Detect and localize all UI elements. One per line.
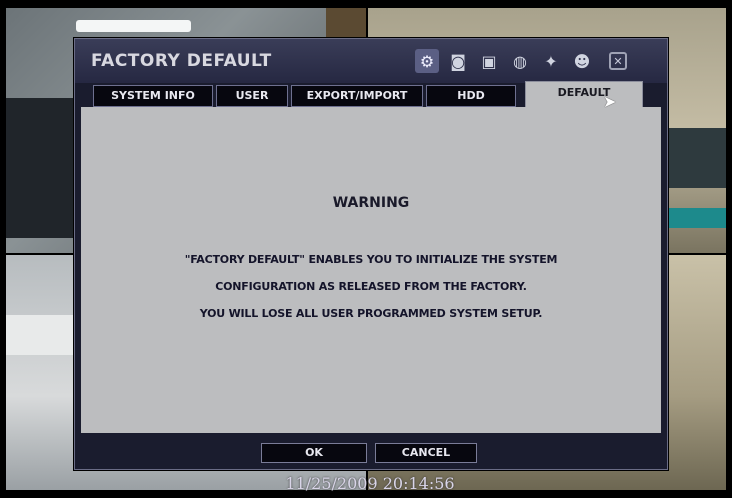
shelf-shape [668,128,726,188]
mouse-cursor-icon: ➤ [603,92,617,111]
toolbar-icons: ⚙ ◙ ▣ ◍ ✦ ☻ ✕ [415,49,627,75]
content-panel: WARNING "FACTORY DEFAULT" ENABLES YOU TO… [81,107,661,433]
close-icon[interactable]: ✕ [609,52,627,70]
tab-bar: SYSTEM INFO USER EXPORT/IMPORT HDD DEFAU… [93,81,643,109]
gear-icon[interactable]: ⚙ [415,49,439,73]
tab-default[interactable]: DEFAULT [525,81,643,109]
event-icon[interactable]: ✦ [539,49,563,73]
dialog-titlebar: FACTORY DEFAULT ⚙ ◙ ▣ ◍ ✦ ☻ ✕ [75,39,667,83]
dialog-title: FACTORY DEFAULT [91,51,272,71]
tab-export-import[interactable]: EXPORT/IMPORT [291,85,423,107]
timestamp-overlay: 11/25/2009 20:14:56 [285,474,455,493]
network-icon[interactable]: ◍ [508,49,532,73]
warning-line-2: CONFIGURATION AS RELEASED FROM THE FACTO… [215,280,527,293]
record-icon[interactable]: ▣ [477,49,501,73]
monitor-shape [6,98,76,238]
tab-hdd[interactable]: HDD [426,85,516,107]
warning-line-1: "FACTORY DEFAULT" ENABLES YOU TO INITIAL… [184,253,558,266]
warning-line-3: YOU WILL LOSE ALL USER PROGRAMMED SYSTEM… [199,307,543,320]
ceiling-light [76,20,191,32]
user-icon[interactable]: ☻ [570,49,594,73]
tab-system-info[interactable]: SYSTEM INFO [93,85,213,107]
tab-user[interactable]: USER [216,85,288,107]
factory-default-dialog: FACTORY DEFAULT ⚙ ◙ ▣ ◍ ✦ ☻ ✕ SYSTEM INF… [74,38,668,470]
warning-title: WARNING [332,195,410,211]
ok-button[interactable]: OK [261,443,367,463]
cancel-button[interactable]: CANCEL [375,443,477,463]
camera-icon[interactable]: ◙ [446,49,470,73]
